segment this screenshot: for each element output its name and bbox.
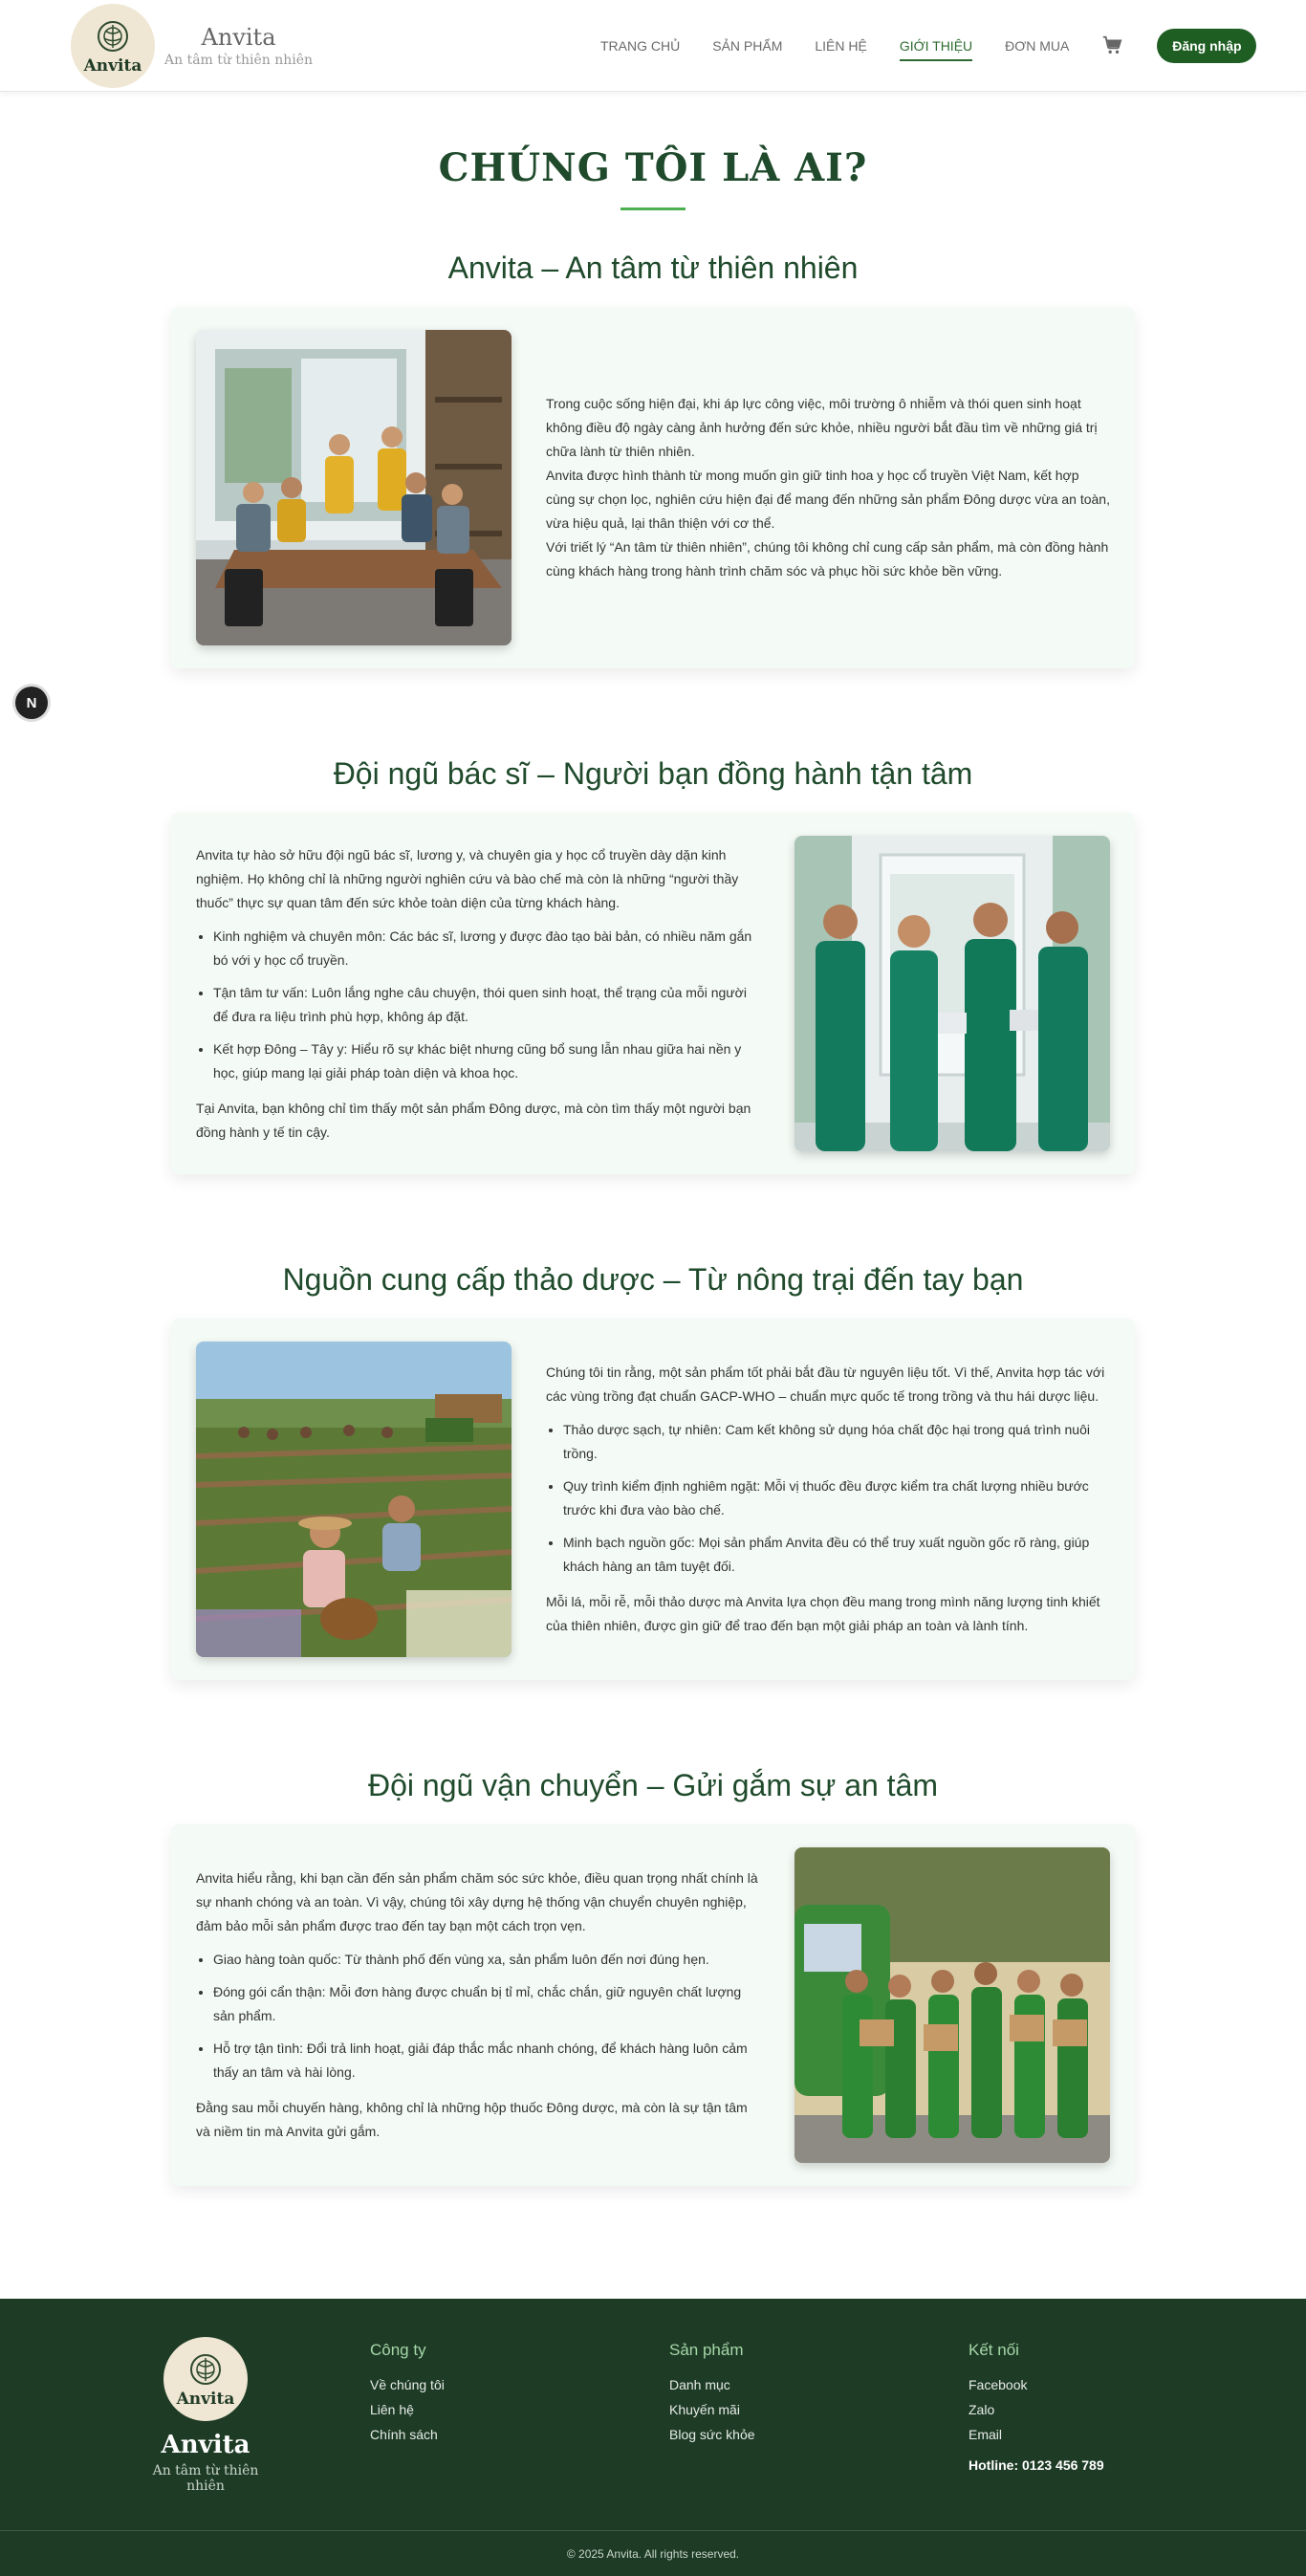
main-nav: TRANG CHỦ SẢN PHẨM LIÊN HỆ GIỚI THIỆU ĐƠ… — [600, 0, 1257, 92]
herbs-section-title: Nguồn cung cấp thảo dược – Từ nông trại … — [282, 1262, 1024, 1297]
delivery-card: Anvita hiểu rằng, khi bạn cần đến sản ph… — [171, 1824, 1135, 2186]
footer-link-promotions[interactable]: Khuyến mãi — [669, 2402, 755, 2417]
intro-paragraph: Trong cuộc sống hiện đại, khi áp lực côn… — [546, 396, 1098, 459]
site-footer: Anvita Anvita An tâm từ thiên nhiên Công… — [0, 2299, 1306, 2576]
list-item: Tận tâm tư vấn: Luôn lắng nghe câu chuyệ… — [213, 981, 760, 1029]
delivery-outro: Đằng sau mỗi chuyến hàng, không chỉ là n… — [196, 2100, 748, 2139]
footer-link-contact[interactable]: Liên hệ — [370, 2402, 445, 2417]
footer-company-title: Công ty — [370, 2341, 426, 2359]
footer-company-column: Công ty Về chúng tôi Liên hệ Chính sách — [370, 2341, 445, 2452]
footer-link-zalo[interactable]: Zalo — [969, 2402, 1104, 2417]
intro-paragraph: Với triết lý “An tâm từ thiên nhiên”, ch… — [546, 539, 1109, 579]
doctors-outro: Tại Anvita, bạn không chỉ tìm thấy một s… — [196, 1100, 751, 1140]
list-item: Kinh nghiệm và chuyên môn: Các bác sĩ, l… — [213, 925, 760, 972]
footer-hotline: Hotline: 0123 456 789 — [969, 2457, 1104, 2473]
nav-home[interactable]: TRANG CHỦ — [600, 31, 680, 61]
intro-text: Trong cuộc sống hiện đại, khi áp lực côn… — [546, 392, 1110, 583]
list-item: Thảo dược sạch, tự nhiên: Cam kết không … — [563, 1418, 1110, 1466]
site-header: Anvita Anvita An tâm từ thiên nhiên TRAN… — [0, 0, 1306, 92]
intro-card: Trong cuộc sống hiện đại, khi áp lực côn… — [171, 307, 1135, 668]
herbs-card: Chúng tôi tin rằng, một sản phẩm tốt phả… — [171, 1319, 1135, 1680]
doctors-team-photo — [794, 836, 1110, 1151]
herbs-outro: Mỗi lá, mỗi rễ, mỗi thảo dược mà Anvita … — [546, 1594, 1100, 1633]
delivery-list: Giao hàng toàn quốc: Từ thành phố đến vù… — [196, 1948, 760, 2085]
footer-link-facebook[interactable]: Facebook — [969, 2377, 1104, 2392]
list-item: Quy trình kiểm định nghiêm ngặt: Mỗi vị … — [563, 1474, 1110, 1522]
footer-link-policy[interactable]: Chính sách — [370, 2427, 445, 2442]
leaf-emblem-icon — [98, 20, 128, 52]
list-item: Hỗ trợ tận tình: Đổi trả linh hoạt, giải… — [213, 2037, 760, 2085]
nav-products[interactable]: SẢN PHẨM — [712, 31, 782, 61]
brand-name: Anvita — [201, 24, 276, 51]
list-item: Giao hàng toàn quốc: Từ thành phố đến vù… — [213, 1948, 760, 1972]
doctors-list: Kinh nghiệm và chuyên môn: Các bác sĩ, l… — [196, 925, 760, 1085]
footer-link-email[interactable]: Email — [969, 2427, 1104, 2442]
herbs-intro: Chúng tôi tin rằng, một sản phẩm tốt phả… — [546, 1364, 1105, 1404]
herb-farm-photo — [196, 1342, 512, 1657]
footer-link-about[interactable]: Về chúng tôi — [370, 2377, 445, 2392]
footer-link-categories[interactable]: Danh mục — [669, 2377, 755, 2392]
doctors-intro: Anvita tự hào sở hữu đội ngũ bác sĩ, lươ… — [196, 846, 739, 910]
logo-text: Anvita — [83, 55, 142, 76]
footer-copyright: © 2025 Anvita. All rights reserved. — [0, 2530, 1306, 2576]
delivery-team-photo — [794, 1847, 1110, 2163]
list-item: Đóng gói cẩn thận: Mỗi đơn hàng được chu… — [213, 1980, 760, 2028]
nav-contact[interactable]: LIÊN HỆ — [815, 31, 866, 61]
footer-logo-text: Anvita — [176, 2389, 235, 2409]
title-divider — [620, 207, 686, 210]
brand-tagline: An tâm từ thiên nhiên — [164, 53, 314, 68]
list-item: Kết hợp Đông – Tây y: Hiểu rõ sự khác bi… — [213, 1037, 760, 1085]
delivery-intro: Anvita hiểu rằng, khi bạn cần đến sản ph… — [196, 1870, 758, 1933]
intro-paragraph: Anvita được hình thành từ mong muốn gìn … — [546, 468, 1110, 531]
doctors-section-title: Đội ngũ bác sĩ – Người bạn đồng hành tận… — [333, 756, 973, 791]
list-item: Minh bạch nguồn gốc: Mọi sản phẩm Anvita… — [563, 1531, 1110, 1579]
footer-connect-column: Kết nối Facebook Zalo Email Hotline: 012… — [969, 2341, 1104, 2473]
delivery-section-title: Đội ngũ vận chuyển – Gửi gắm sự an tâm — [367, 1768, 939, 1802]
footer-connect-title: Kết nối — [969, 2341, 1019, 2359]
footer-brand-name: Anvita — [161, 2431, 250, 2459]
leaf-emblem-icon — [190, 2353, 221, 2385]
intro-section-title: Anvita – An tâm từ thiên nhiên — [447, 251, 859, 285]
floating-n-badge[interactable]: N — [15, 687, 48, 719]
cart-icon[interactable] — [1101, 34, 1124, 57]
doctors-card: Anvita tự hào sở hữu đội ngũ bác sĩ, lươ… — [171, 813, 1135, 1174]
footer-brand-tagline: An tâm từ thiên nhiên — [152, 2463, 259, 2494]
team-meeting-photo — [196, 330, 512, 645]
footer-link-health-blog[interactable]: Blog sức khỏe — [669, 2427, 755, 2442]
footer-logo[interactable]: Anvita — [163, 2337, 248, 2421]
brand[interactable]: Anvita Anvita An tâm từ thiên nhiên — [71, 4, 313, 88]
nav-orders[interactable]: ĐƠN MUA — [1005, 31, 1069, 61]
page-title: CHÚNG TÔI LÀ AI? — [438, 145, 868, 190]
footer-products-column: Sản phẩm Danh mục Khuyến mãi Blog sức kh… — [669, 2341, 755, 2452]
nav-about[interactable]: GIỚI THIỆU — [899, 31, 973, 61]
doctors-text: Anvita tự hào sở hữu đội ngũ bác sĩ, lươ… — [196, 843, 760, 1145]
logo[interactable]: Anvita — [71, 4, 155, 88]
delivery-text: Anvita hiểu rằng, khi bạn cần đến sản ph… — [196, 1867, 760, 2144]
footer-products-title: Sản phẩm — [669, 2341, 744, 2359]
footer-brand[interactable]: Anvita Anvita An tâm từ thiên nhiên — [134, 2337, 277, 2494]
herbs-text: Chúng tôi tin rằng, một sản phẩm tốt phả… — [546, 1361, 1110, 1638]
login-button[interactable]: Đăng nhập — [1157, 29, 1257, 63]
main-content: CHÚNG TÔI LÀ AI? Anvita – An tâm từ thiê… — [0, 145, 1306, 2186]
herbs-list: Thảo dược sạch, tự nhiên: Cam kết không … — [546, 1418, 1110, 1579]
